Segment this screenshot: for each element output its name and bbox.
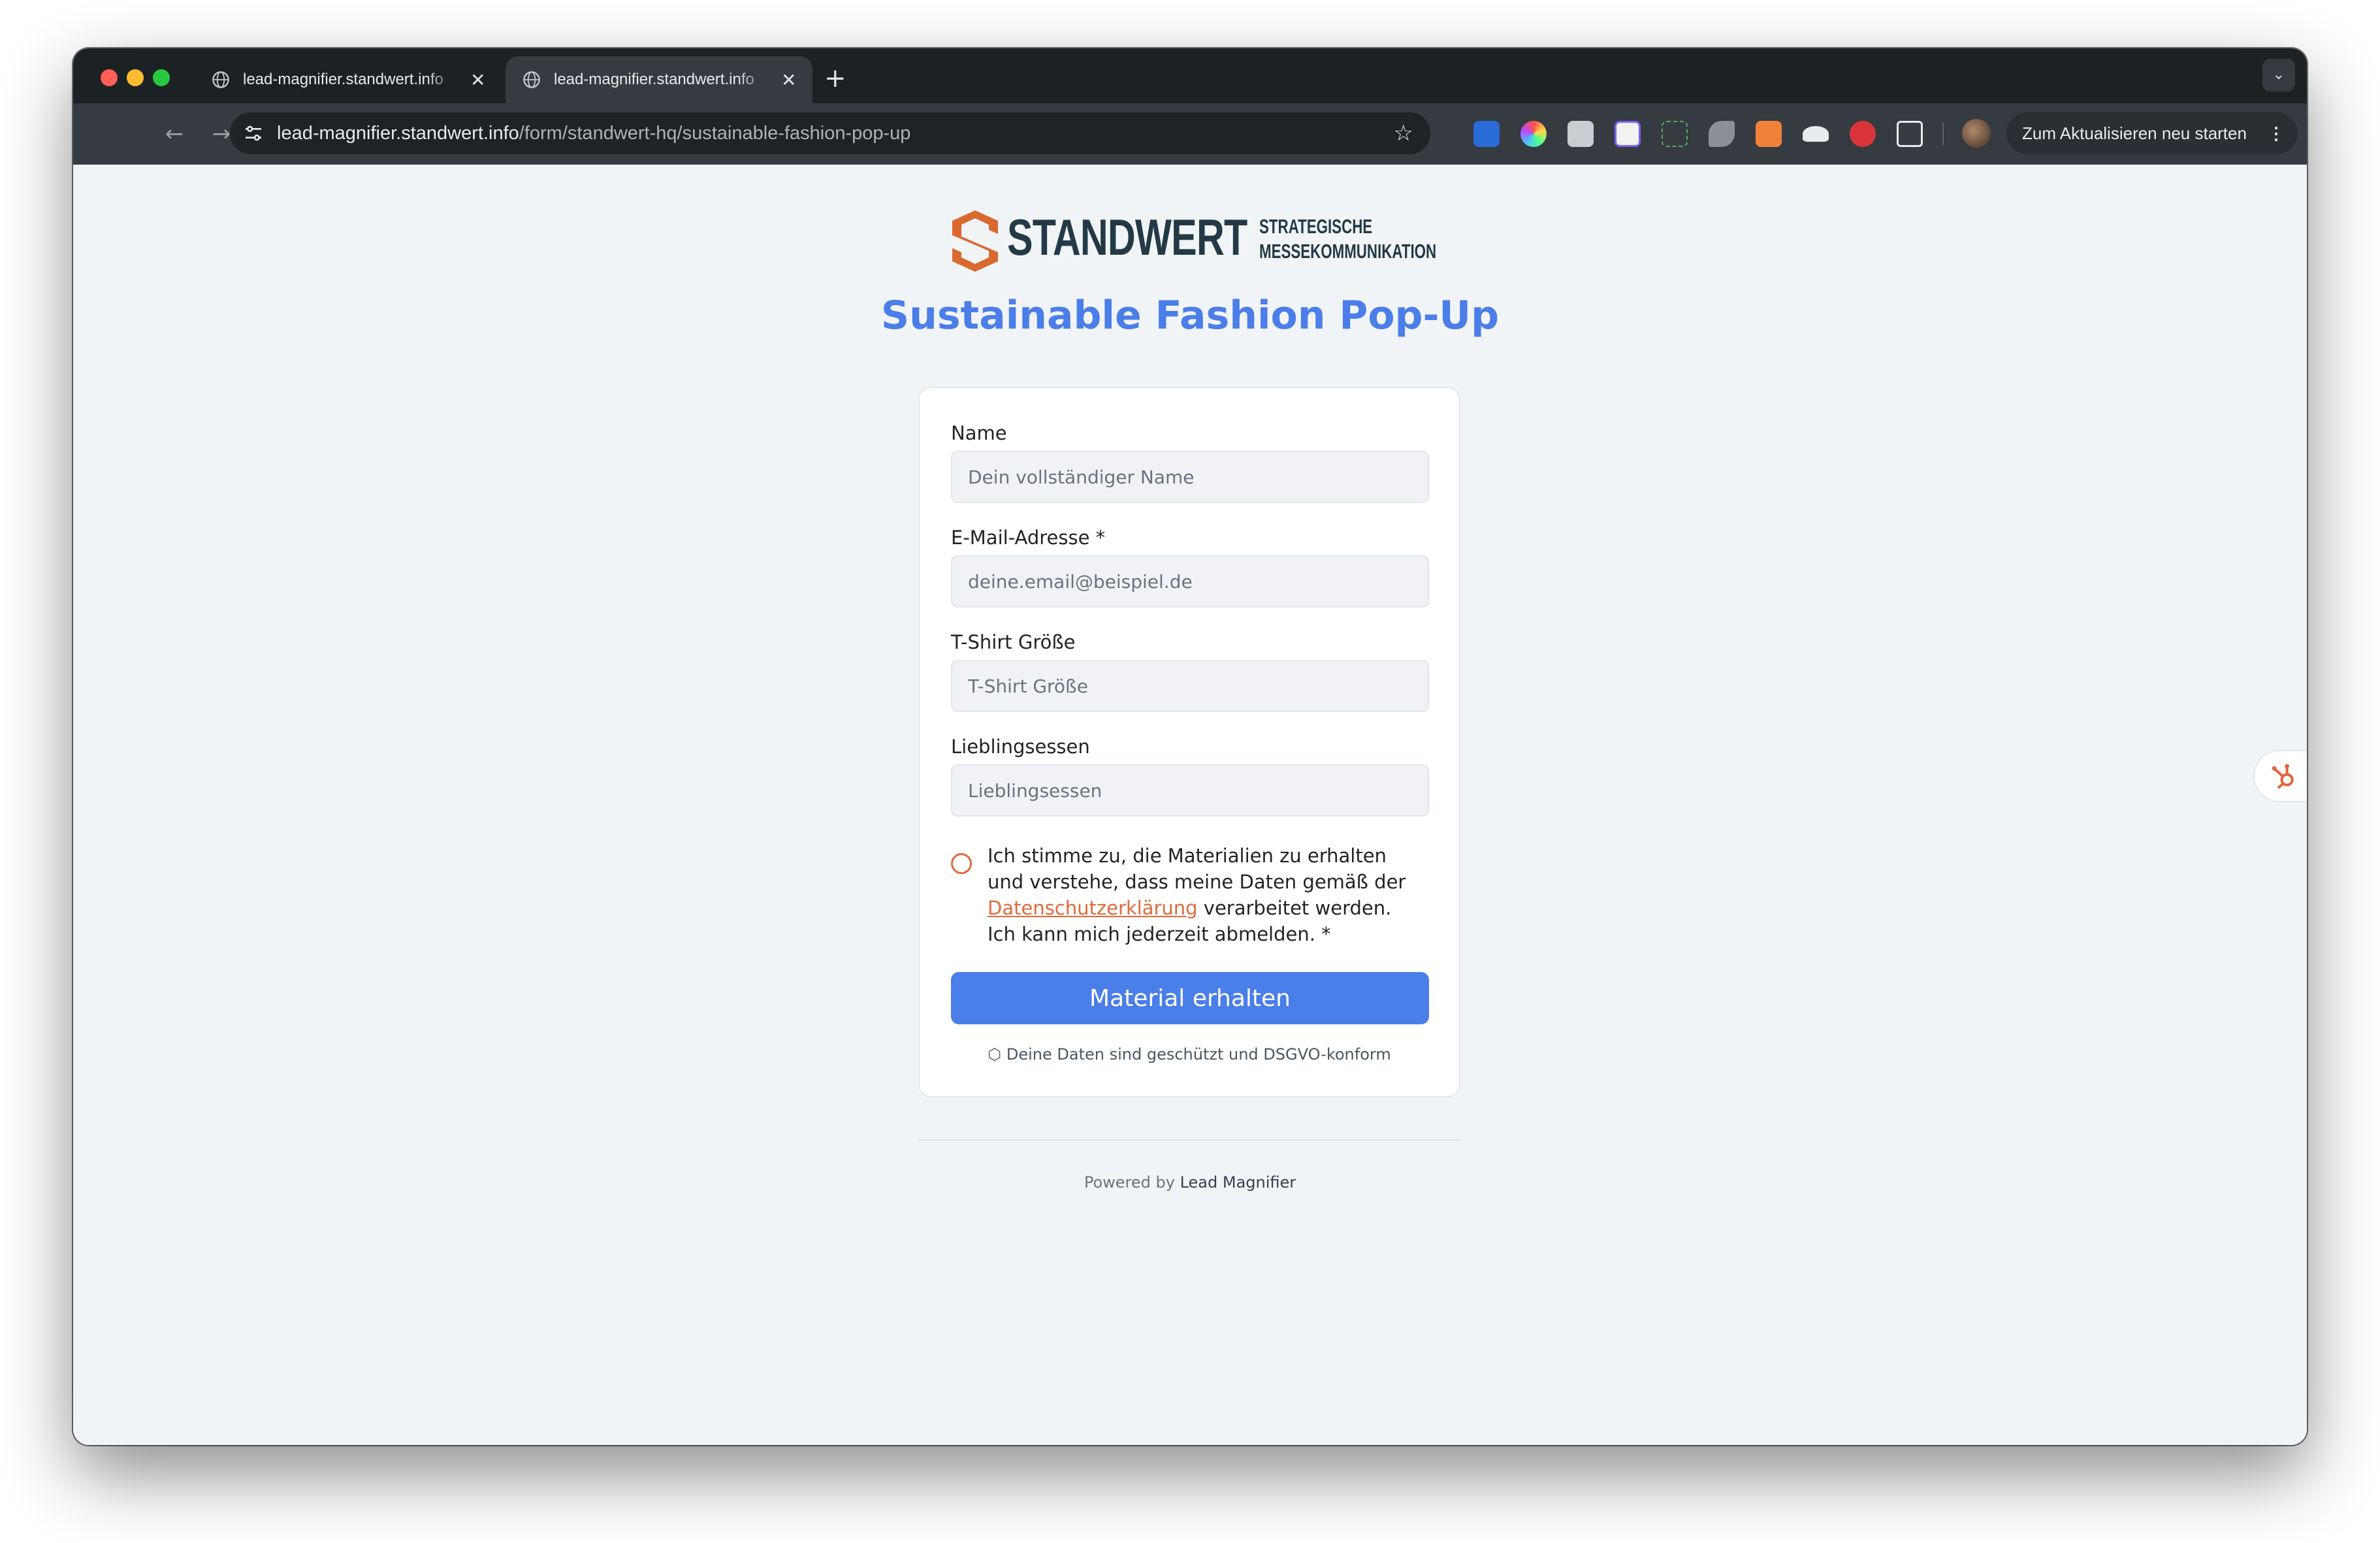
globe-icon <box>212 71 229 88</box>
shield-icon: ⬡ <box>988 1045 1002 1064</box>
tab-search-button[interactable]: ⌄ <box>2262 59 2295 91</box>
footer-divider <box>918 1139 1460 1141</box>
globe-icon <box>523 71 540 88</box>
hubspot-sprocket-icon <box>2272 764 2294 789</box>
email-label: E-Mail-Adresse * <box>951 527 1106 549</box>
page-content: STANDWERT STRATEGISCHE MESSEKOMMUNIKATIO… <box>73 165 2307 1445</box>
tshirt-size-label: T-Shirt Größe <box>951 631 1076 653</box>
maximize-window-button[interactable] <box>153 69 170 86</box>
url-host: lead-magnifier.standwert.info <box>277 123 519 144</box>
tab-close-icon[interactable]: ✕ <box>470 69 485 91</box>
logo-tagline-line1: STRATEGISCHE <box>1259 215 1373 238</box>
privacy-policy-link[interactable]: Datenschutzerklärung <box>988 897 1198 919</box>
minimize-window-button[interactable] <box>127 69 144 86</box>
relaunch-button[interactable]: Zum Aktualisieren neu starten ⋮ <box>2006 112 2298 154</box>
puzzle-arrow-icon[interactable] <box>1709 121 1735 147</box>
hubspot-chat-widget[interactable] <box>2253 750 2307 802</box>
adblock-icon[interactable] <box>1850 121 1876 147</box>
standwert-logo[interactable]: STANDWERT STRATEGISCHE MESSEKOMMUNIKATIO… <box>952 204 1436 276</box>
name-input[interactable] <box>951 451 1429 503</box>
logo-tagline-line2: MESSEKOMMUNIKATION <box>1259 240 1437 263</box>
relaunch-label: Zum Aktualisieren neu starten <box>2022 123 2247 143</box>
hubspot-icon[interactable] <box>1756 121 1782 147</box>
tab-close-icon[interactable]: ✕ <box>781 69 796 91</box>
tab-strip: lead-magnifier.standwert.info ✕ lead-mag… <box>73 48 2307 103</box>
standwert-logo-mark-icon <box>952 210 998 272</box>
screenshot-icon[interactable] <box>1662 121 1688 147</box>
consent-radio[interactable] <box>951 853 972 874</box>
name-label: Name <box>951 422 1007 444</box>
consent-text: Ich stimme zu, die Materialien zu erhalt… <box>988 843 1419 947</box>
tab-title: lead-magnifier.standwert.info <box>243 71 443 88</box>
browser-window: lead-magnifier.standwert.info ✕ lead-mag… <box>73 48 2307 1445</box>
email-input[interactable] <box>951 555 1429 608</box>
consent-text-before: Ich stimme zu, die Materialien zu erhalt… <box>988 845 1406 893</box>
tab-2-active[interactable]: lead-magnifier.standwert.info ✕ <box>506 56 812 103</box>
toolbar-separator <box>1942 123 1944 145</box>
url-path: /form/standwert-hq/sustainable-fashion-p… <box>519 123 911 144</box>
security-note: ⬡ Deine Daten sind geschützt und DSGVO-k… <box>920 1045 1459 1064</box>
cloud-icon[interactable] <box>1803 126 1829 142</box>
bitwarden-icon[interactable] <box>1473 121 1500 147</box>
close-window-button[interactable] <box>101 69 118 86</box>
powered-by: Powered by Lead Magnifier <box>73 1173 2307 1192</box>
color-picker-icon[interactable] <box>1520 121 1547 147</box>
site-settings-icon[interactable] <box>243 123 264 144</box>
form-card: Name E-Mail-Adresse * T-Shirt Größe Lieb… <box>918 387 1460 1097</box>
notes-icon[interactable] <box>1568 121 1594 147</box>
address-bar[interactable]: lead-magnifier.standwert.info/form/stand… <box>230 112 1430 154</box>
profile-avatar[interactable] <box>1962 119 1991 148</box>
powered-by-prefix: Powered by <box>1084 1173 1175 1192</box>
logo-tagline: STRATEGISCHE MESSEKOMMUNIKATION <box>1259 214 1436 264</box>
browser-toolbar: ← → ↻ lead-magnifier.standwert.info/form… <box>73 103 2307 165</box>
favorite-food-label: Lieblingsessen <box>951 736 1090 758</box>
more-menu-icon[interactable]: ⋮ <box>2268 112 2285 154</box>
favorite-food-input[interactable] <box>951 764 1429 817</box>
url-text[interactable]: lead-magnifier.standwert.info/form/stand… <box>277 112 910 154</box>
submit-button[interactable]: Material erhalten <box>951 972 1429 1024</box>
clickup-icon[interactable] <box>1615 121 1641 147</box>
tab-1[interactable]: lead-magnifier.standwert.info ✕ <box>195 56 502 103</box>
back-button[interactable]: ← <box>158 118 191 150</box>
extensions-icon[interactable] <box>1897 121 1923 147</box>
security-note-text: Deine Daten sind geschützt und DSGVO-kon… <box>1006 1045 1391 1064</box>
tshirt-size-input[interactable] <box>951 660 1429 712</box>
bookmark-star-icon[interactable]: ☆ <box>1394 118 1413 149</box>
powered-by-brand[interactable]: Lead Magnifier <box>1180 1173 1296 1192</box>
page-title: Sustainable Fashion Pop-Up <box>880 293 1500 338</box>
logo-wordmark: STANDWERT <box>1007 208 1247 266</box>
new-tab-button[interactable]: + <box>824 59 846 98</box>
tab-title: lead-magnifier.standwert.info <box>554 71 754 88</box>
